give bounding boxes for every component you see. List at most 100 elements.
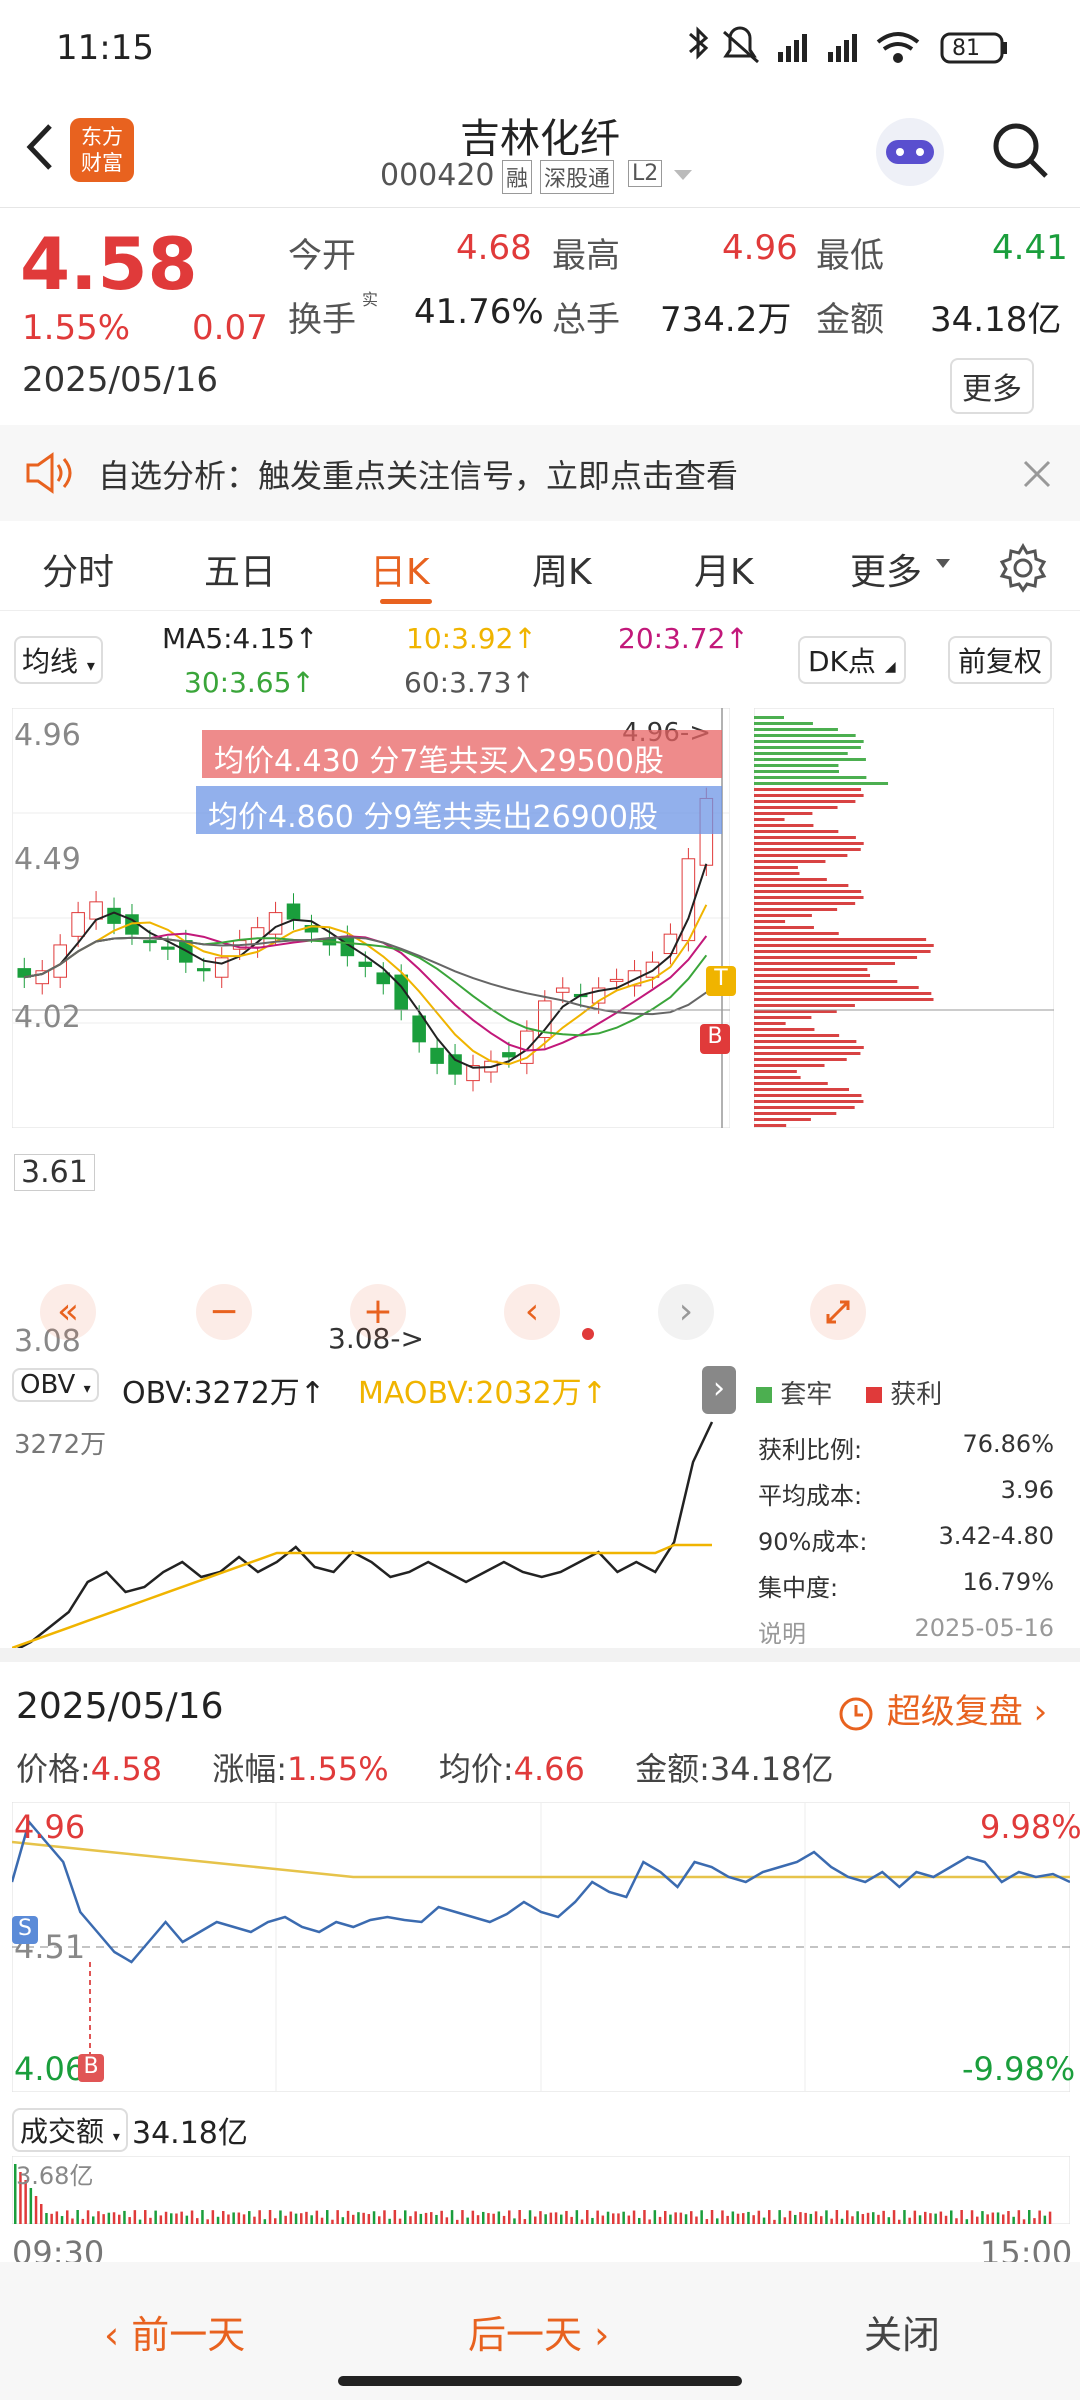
chip-bar (754, 890, 862, 893)
volume-bar (892, 2210, 896, 2224)
candle (430, 1047, 444, 1064)
volume-bar (981, 2211, 984, 2224)
volume-bar (820, 2216, 823, 2224)
more-button[interactable]: 更多 (950, 358, 1034, 414)
volume-bar (955, 2218, 958, 2224)
chip-bar (754, 746, 861, 749)
volume-bar (144, 2210, 147, 2224)
chip-bar (754, 962, 895, 965)
volume-bar (419, 2213, 423, 2224)
chip-bar (754, 938, 927, 941)
tab-indicator (380, 599, 432, 604)
scroll-right-button[interactable]: › (658, 1284, 714, 1340)
last-price: 4.58 (20, 222, 198, 306)
candle (161, 946, 175, 950)
volume-bar (695, 2216, 698, 2224)
tab-monthly-k[interactable]: 月K (694, 543, 754, 595)
chip-bar (754, 992, 932, 995)
ma-selector[interactable]: 均线 ▾ (14, 636, 103, 684)
chip-bar (754, 824, 814, 827)
chip-bar (754, 878, 827, 881)
scroll-left-button[interactable]: ‹ (504, 1284, 560, 1340)
volume-bar (690, 2211, 693, 2224)
super-replay-link[interactable]: 超级复盘 › (836, 1684, 1047, 1734)
volume-bar (352, 2214, 355, 2224)
volume-bar (783, 2217, 787, 2224)
close-icon[interactable] (1022, 459, 1052, 489)
tab-weekly-k[interactable]: 周K (532, 543, 592, 595)
dk-point-button[interactable]: DK点 ◢ (798, 636, 906, 684)
chip-bar (754, 944, 934, 947)
indicator-selector[interactable]: OBV ▾ (12, 1368, 99, 1402)
candle (502, 1052, 516, 1058)
stat-row: 90%成本: 3.42-4.80 (758, 1522, 1054, 1556)
tab-more[interactable]: 更多 (850, 543, 922, 595)
chip-bar (754, 1100, 864, 1103)
volume-bar (123, 2210, 126, 2224)
tab-intraday[interactable]: 分时 (42, 543, 114, 595)
volume-bar (513, 2218, 516, 2224)
prev-day-button[interactable]: ‹ 前一天 (104, 2304, 245, 2359)
obv-chart[interactable] (12, 1418, 730, 1654)
intraday-chart[interactable] (12, 1802, 1070, 2092)
volume-label: 总手 (552, 300, 620, 340)
period-tabs: 分时 五日 日K 周K 月K 更多 (0, 521, 1080, 611)
chip-bar (754, 884, 849, 887)
volume-bar (638, 2217, 641, 2224)
next-day-button[interactable]: 后一天 › (468, 2304, 609, 2359)
close-button[interactable]: 关闭 (864, 2304, 940, 2359)
dropdown-icon[interactable] (674, 170, 692, 182)
chip-bar (754, 806, 838, 809)
adjust-button[interactable]: 前复权 (948, 636, 1053, 684)
chip-bar (754, 980, 898, 983)
y-label-2: 4.49 (14, 842, 81, 877)
analysis-notice[interactable]: 自选分析：触发重点关注信号，立即点击查看 (0, 425, 1080, 521)
candle (555, 987, 570, 993)
chip-bar (754, 830, 839, 833)
expand-button[interactable] (810, 1284, 866, 1340)
zoom-out-button[interactable]: − (196, 1284, 252, 1340)
robot-avatar-icon[interactable] (872, 114, 948, 190)
volume-bar (305, 2211, 308, 2224)
volume-bar (804, 2212, 807, 2224)
chip-bar (754, 800, 856, 803)
zoom-in-button[interactable]: + (350, 1284, 406, 1340)
volume-bar (409, 2216, 412, 2224)
chip-bar (754, 1124, 787, 1127)
turnover-label: 换手 (288, 300, 356, 340)
collapse-arrow-button[interactable]: › (702, 1366, 736, 1414)
volume-bar (872, 2212, 875, 2224)
volume-bar (778, 2210, 781, 2224)
volume-selector[interactable]: 成交额 ▾ (12, 2108, 128, 2152)
candle (89, 901, 103, 920)
volume-bar (86, 2210, 90, 2224)
volume-bar (315, 2210, 319, 2224)
volume-bar (653, 2210, 657, 2224)
volume-bar (898, 2219, 901, 2224)
search-icon[interactable] (988, 118, 1052, 182)
volume-bar (170, 2213, 173, 2224)
volume-bar (544, 2214, 547, 2224)
scroll-left-fast-button[interactable]: « (40, 1284, 96, 1340)
home-indicator (338, 2376, 742, 2386)
tab-daily-k[interactable]: 日K (370, 543, 430, 595)
candle (358, 961, 373, 967)
tab-five-day[interactable]: 五日 (204, 543, 276, 595)
volume-bar (461, 2210, 464, 2224)
wifi-icon (876, 32, 920, 63)
chip-bar (754, 860, 826, 863)
volume-bar (918, 2215, 922, 2224)
chip-bar (754, 956, 918, 959)
volume-bar (622, 2211, 625, 2224)
intraday-y-bottom: 4.06 (14, 2050, 86, 2088)
gear-icon[interactable] (998, 543, 1048, 593)
chip-bar (754, 1028, 815, 1031)
volume-bar (856, 2211, 859, 2224)
volume-bar (768, 2210, 771, 2224)
volume-bar (887, 2217, 891, 2224)
volume-bar (138, 2219, 142, 2224)
chip-bar (754, 716, 784, 719)
volume-bar (341, 2217, 345, 2224)
stock-header: 东方 财富 吉林化纤 000420 融 深股通 L2 (0, 96, 1080, 208)
volume-bar (502, 2215, 506, 2224)
